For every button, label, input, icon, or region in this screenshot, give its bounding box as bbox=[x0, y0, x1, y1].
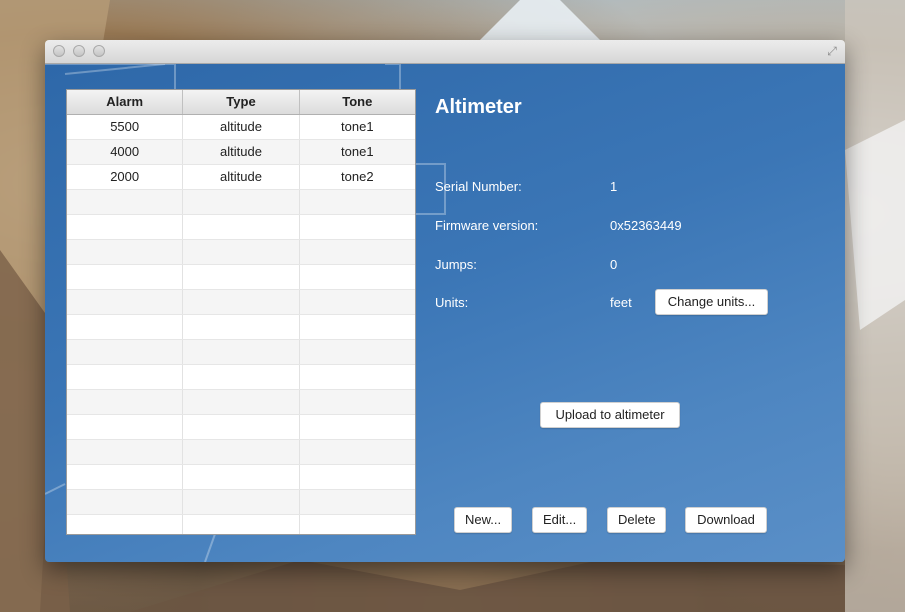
zoom-window-button[interactable] bbox=[93, 45, 105, 57]
firmware-version-label: Firmware version: bbox=[435, 218, 539, 233]
empty-row bbox=[67, 515, 415, 534]
type-cell: altitude bbox=[183, 115, 300, 139]
tone-cell: tone2 bbox=[341, 169, 374, 184]
table-row[interactable]: 4000 altitude tone1 bbox=[67, 140, 415, 165]
empty-row bbox=[67, 440, 415, 465]
units-value: feet bbox=[610, 295, 632, 310]
alarms-table[interactable]: Alarm Type Tone 5500 altitude tone1 4000… bbox=[66, 89, 416, 535]
type-cell: altitude bbox=[183, 165, 300, 189]
empty-row bbox=[67, 190, 415, 215]
firmware-version-value: 0x52363449 bbox=[610, 218, 682, 233]
app-window: ⤢ Alarm Type Tone 5500 altitude tone1 40… bbox=[45, 40, 845, 562]
units-label: Units: bbox=[435, 295, 469, 310]
serial-number-label: Serial Number: bbox=[435, 179, 522, 194]
empty-row bbox=[67, 240, 415, 265]
alarm-cell: 4000 bbox=[67, 140, 184, 164]
empty-row bbox=[67, 490, 415, 515]
empty-row bbox=[67, 265, 415, 290]
main-content: Alarm Type Tone 5500 altitude tone1 4000… bbox=[45, 64, 845, 562]
empty-row bbox=[67, 465, 415, 490]
empty-row bbox=[67, 365, 415, 390]
type-cell: altitude bbox=[183, 140, 300, 164]
column-header-tone[interactable]: Tone bbox=[300, 90, 415, 114]
table-body: 5500 altitude tone1 4000 altitude tone1 … bbox=[67, 115, 415, 534]
empty-row bbox=[67, 340, 415, 365]
table-header: Alarm Type Tone bbox=[67, 90, 415, 115]
tone-cell: tone1 bbox=[341, 144, 374, 159]
delete-alarm-button[interactable]: Delete bbox=[607, 507, 666, 533]
serial-number-value: 1 bbox=[610, 179, 618, 194]
empty-row bbox=[67, 390, 415, 415]
tone-cell: tone1 bbox=[341, 119, 374, 134]
upload-to-altimeter-button[interactable]: Upload to altimeter bbox=[540, 402, 680, 428]
jumps-value: 0 bbox=[610, 257, 618, 272]
empty-row bbox=[67, 290, 415, 315]
fullscreen-icon[interactable]: ⤢ bbox=[825, 44, 839, 58]
table-row[interactable]: 5500 altitude tone1 bbox=[67, 115, 415, 140]
empty-row bbox=[67, 415, 415, 440]
new-alarm-button[interactable]: New... bbox=[454, 507, 512, 533]
jumps-label: Jumps: bbox=[435, 257, 477, 272]
edit-alarm-button[interactable]: Edit... bbox=[532, 507, 587, 533]
column-header-type[interactable]: Type bbox=[183, 90, 300, 114]
page-title: Altimeter bbox=[435, 96, 522, 118]
change-units-button[interactable]: Change units... bbox=[655, 289, 768, 315]
title-bar: ⤢ bbox=[45, 40, 845, 64]
empty-row bbox=[67, 315, 415, 340]
download-button[interactable]: Download bbox=[685, 507, 767, 533]
column-header-alarm[interactable]: Alarm bbox=[67, 90, 184, 114]
alarm-cell: 2000 bbox=[67, 165, 184, 189]
table-row[interactable]: 2000 altitude tone2 bbox=[67, 165, 415, 190]
close-window-button[interactable] bbox=[53, 45, 65, 57]
alarm-cell: 5500 bbox=[67, 115, 184, 139]
minimize-window-button[interactable] bbox=[73, 45, 85, 57]
empty-row bbox=[67, 215, 415, 240]
